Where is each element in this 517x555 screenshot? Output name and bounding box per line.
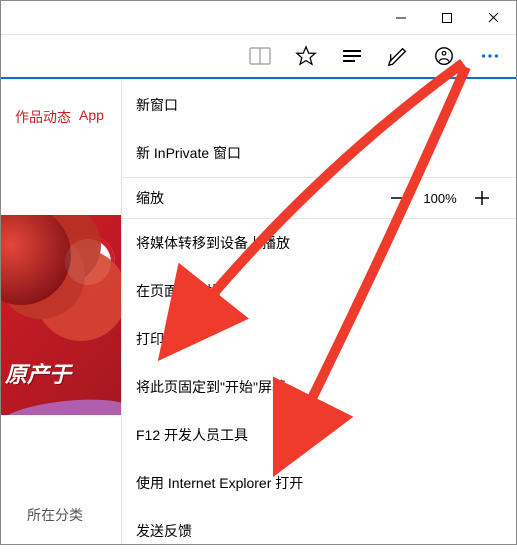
menu-item-devtools[interactable]: F12 开发人员工具: [122, 411, 516, 459]
tab-works[interactable]: 作品动态: [15, 107, 71, 127]
more-menu: 新窗口 新 InPrivate 窗口 缩放 100% 将媒体转移到设备上播放 在…: [121, 81, 516, 544]
star-icon: [295, 45, 317, 67]
web-note-button[interactable]: [386, 44, 410, 68]
minimize-icon: [395, 12, 407, 24]
menu-item-find[interactable]: 在页面上查找: [122, 267, 516, 315]
close-button[interactable]: [470, 1, 516, 35]
zoom-in-button[interactable]: [462, 189, 502, 207]
minimize-button[interactable]: [378, 1, 424, 35]
menu-item-zoom: 缩放 100%: [122, 178, 516, 218]
tab-app[interactable]: App: [79, 107, 104, 127]
web-note-icon: [387, 45, 409, 67]
zoom-out-button[interactable]: [378, 189, 418, 207]
zoom-value: 100%: [418, 191, 462, 206]
minus-icon: [389, 189, 407, 207]
reading-view-button[interactable]: [248, 44, 272, 68]
menu-item-new-inprivate[interactable]: 新 InPrivate 窗口: [122, 129, 516, 177]
share-icon: [433, 45, 455, 67]
promo-text: 原产于: [5, 357, 71, 389]
favorite-button[interactable]: [294, 44, 318, 68]
maximize-icon: [441, 12, 453, 24]
title-bar: [1, 1, 516, 35]
hub-icon: [341, 48, 363, 64]
plus-icon: [473, 189, 491, 207]
more-icon: [479, 45, 501, 67]
page-tabs: 作品动态 App: [1, 81, 121, 127]
menu-item-open-ie[interactable]: 使用 Internet Explorer 打开: [122, 459, 516, 507]
page-content: 作品动态 App 原产于: [1, 81, 121, 544]
category-label: 所在分类: [27, 505, 83, 525]
hub-button[interactable]: [340, 44, 364, 68]
share-button[interactable]: [432, 44, 456, 68]
zoom-label: 缩放: [136, 188, 378, 208]
menu-item-print[interactable]: 打印: [122, 315, 516, 363]
menu-item-new-window[interactable]: 新窗口: [122, 81, 516, 129]
menu-item-feedback[interactable]: 发送反馈: [122, 507, 516, 555]
reading-view-icon: [249, 47, 271, 65]
menu-item-pin[interactable]: 将此页固定到"开始"屏幕: [122, 363, 516, 411]
browser-toolbar: [1, 35, 516, 79]
menu-item-cast[interactable]: 将媒体转移到设备上播放: [122, 219, 516, 267]
close-icon: [487, 11, 500, 24]
maximize-button[interactable]: [424, 1, 470, 35]
promo-banner: 原产于: [1, 215, 121, 415]
promo-decor: [1, 394, 121, 415]
more-button[interactable]: [478, 44, 502, 68]
